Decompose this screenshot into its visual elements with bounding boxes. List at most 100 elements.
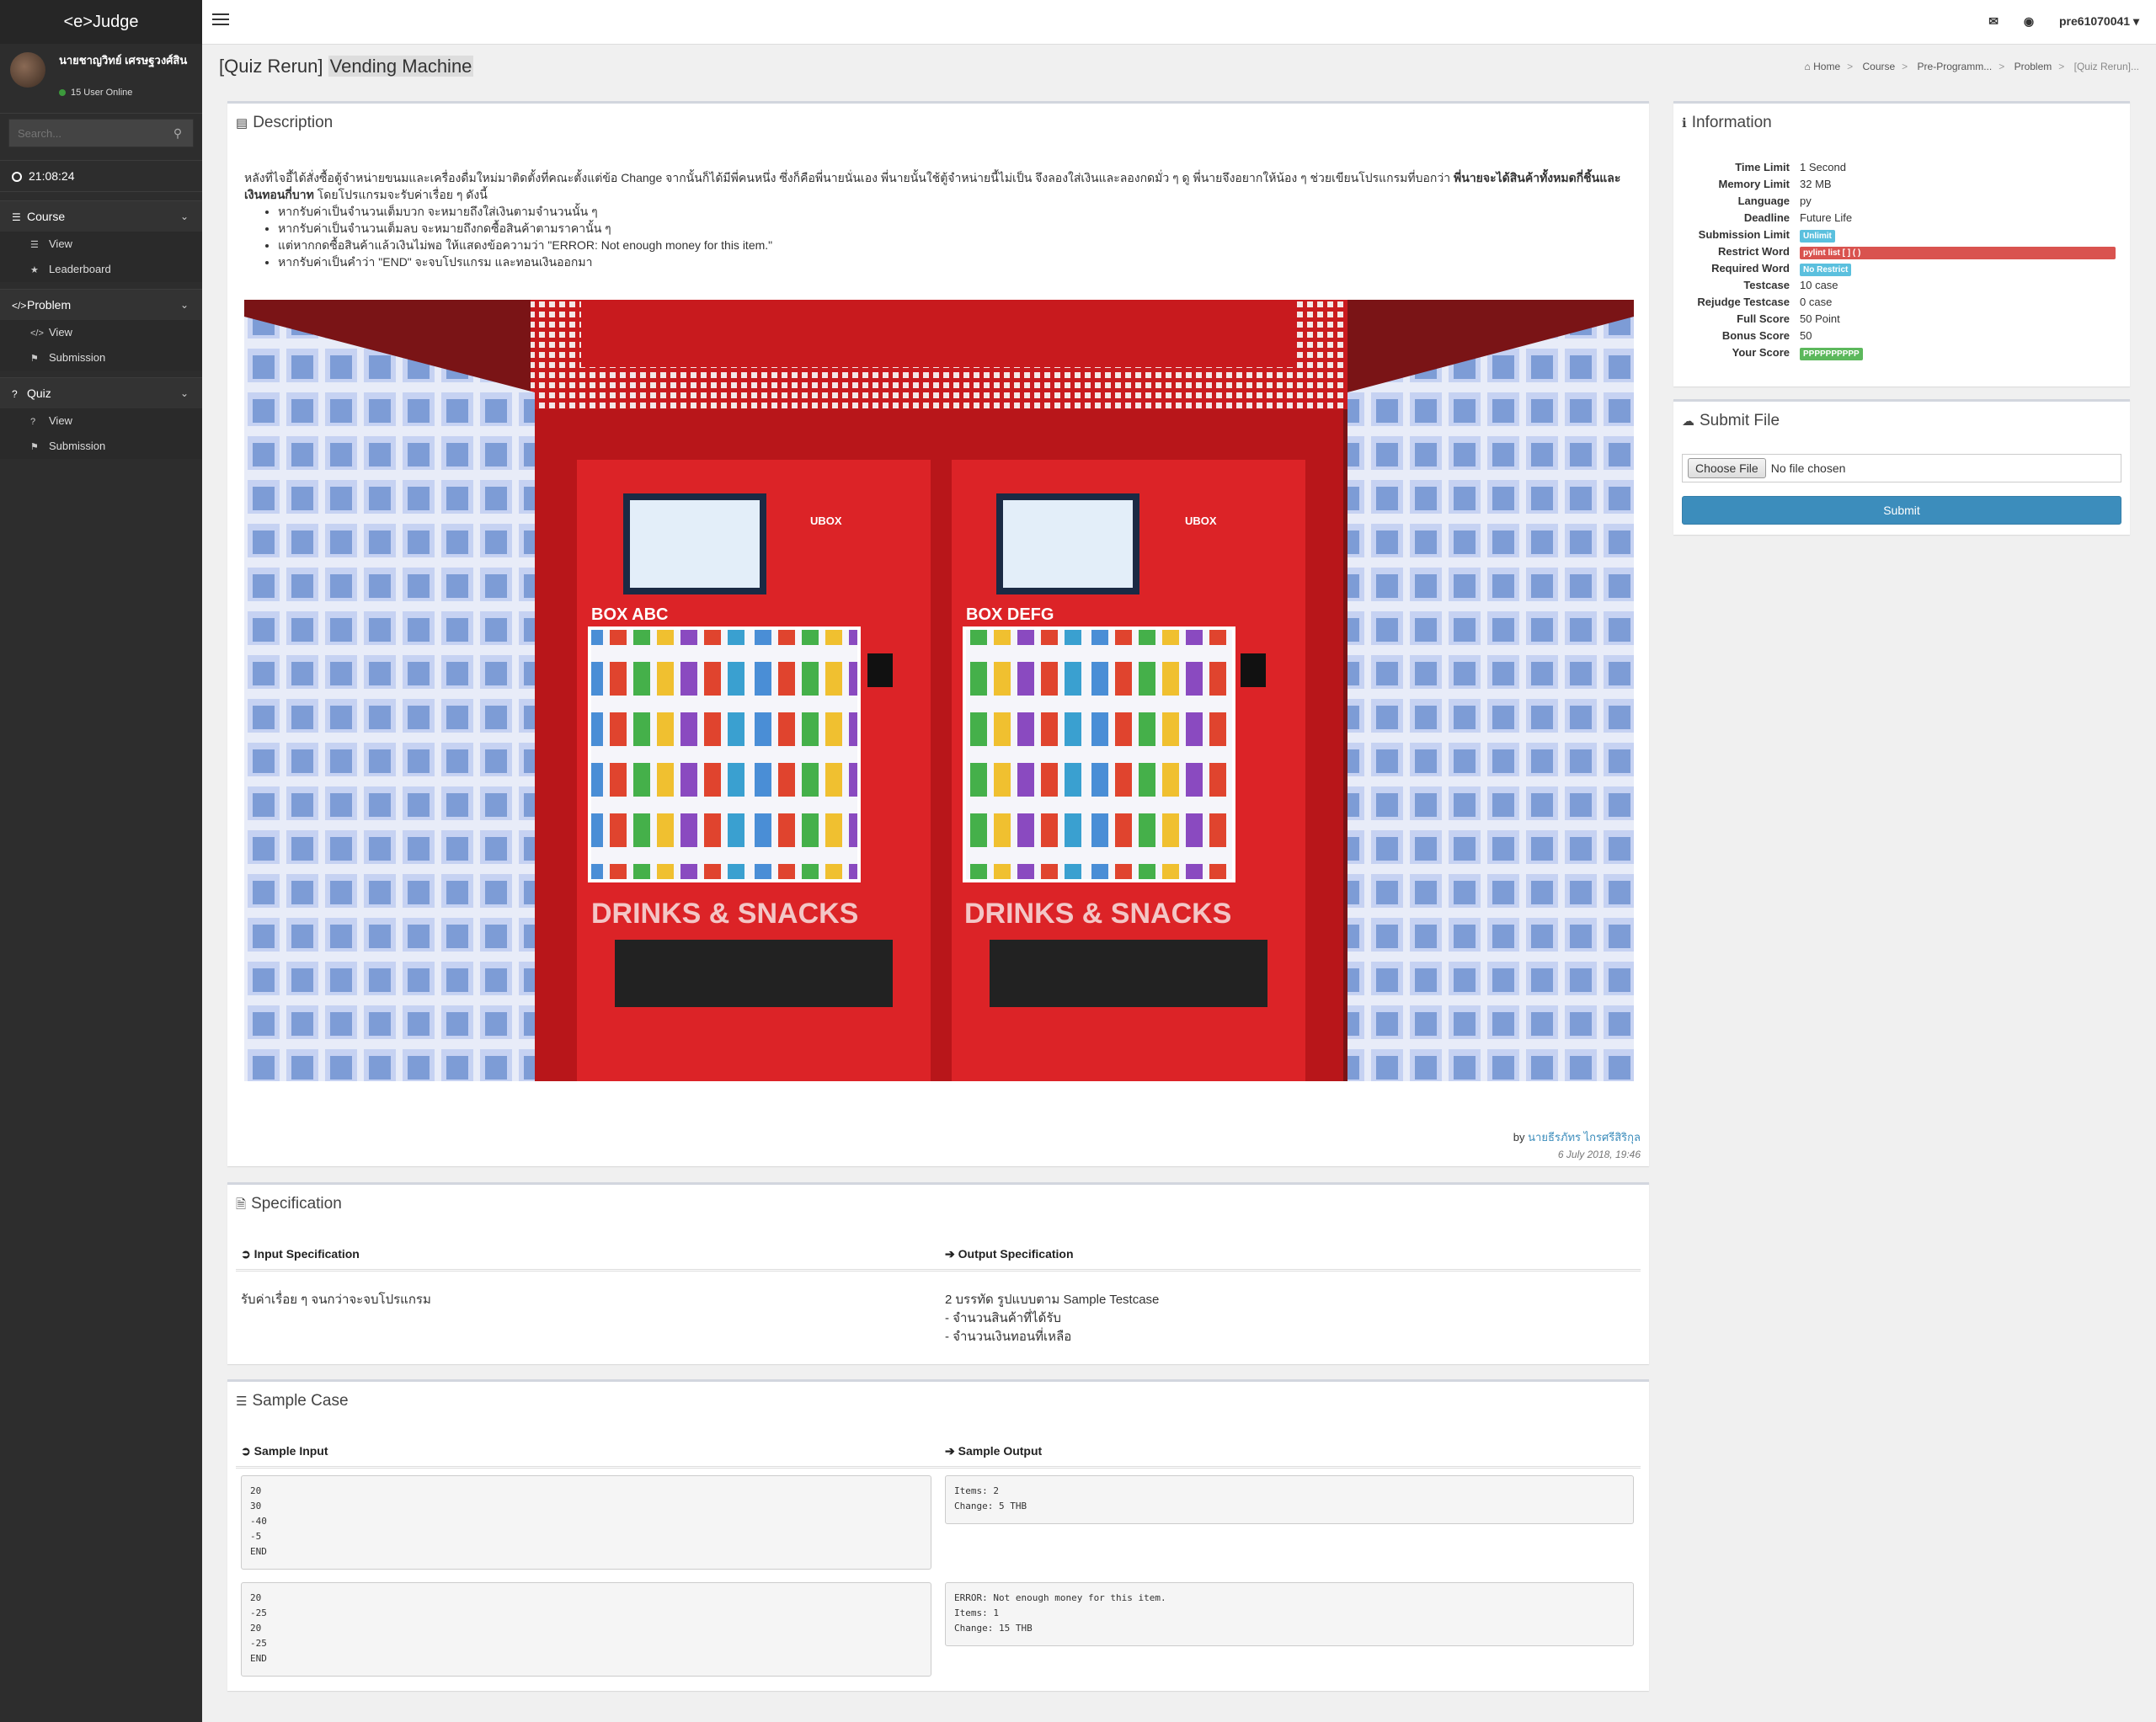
description-text: หลังที่ไจอี้ได้สั่งซื้อตู้จำหน่ายขนมและเ… [244,169,1625,270]
list-alt-icon: ▤ [236,116,248,131]
user-menu[interactable]: pre61070041 ▾ [2059,14,2139,28]
description-title: ▤ Description [227,104,1649,142]
breadcrumb-home[interactable]: Home [1813,61,1840,72]
ubox-logo-right: UBOX [1185,514,1217,527]
online-status: 15 User Online [59,88,132,98]
online-count: 15 User Online [71,88,133,98]
sample-case-box: ☰ Sample Case ➲ Sample Input ➔ Sample Out… [227,1379,1649,1691]
info-value: 1 Second [1800,161,1846,173]
info-label: Testcase [1743,279,1790,291]
brand-logo[interactable]: <e>Judge [0,0,202,44]
author-link[interactable]: นายธีรภัทร ไกรศรีสิริกุล [1528,1131,1641,1144]
sidebar-item-problem-view[interactable]: </> View [0,320,202,345]
hamburger-menu-icon[interactable] [212,13,229,27]
info-label: Full Score [1737,312,1790,325]
menu-quiz-header[interactable]: ? Quiz ⌄ [0,377,202,408]
globe-icon[interactable]: ◉ [2024,14,2034,28]
sidebar-item-label: View [49,326,72,339]
info-label: Your Score [1732,346,1790,359]
info-value-text: 10 case [1800,279,1838,291]
description-intro: หลังที่ไจอี้ได้สั่งซื้อตู้จำหน่ายขนมและเ… [244,169,1625,203]
status-badge: No Restrict [1800,264,1852,276]
submit-file-box: ☁ Submit File Choose File No file chosen S… [1673,399,2130,535]
information-box: ℹ Information Time Limit 1 Second Memory Li… [1673,101,2130,387]
sidebar-item-course-view[interactable]: ☰ View [0,232,202,257]
home-icon: ⌂ [1804,61,1811,72]
choose-file-button[interactable]: Choose File [1688,458,1766,478]
info-row: Time Limit 1 Second [1673,161,2120,178]
breadcrumb-problem[interactable]: Problem [2015,61,2052,72]
menu-quiz: ? Quiz ⌄ ? View ⚑ Submission [0,377,202,459]
breadcrumb-pre-programming[interactable]: Pre-Programm... [1918,61,1993,72]
submit-button[interactable]: Submit [1682,496,2121,525]
information-title: ℹ Information [1673,104,2130,142]
sample-input-label: ➲ Sample Input [241,1444,328,1458]
info-label: Time Limit [1735,161,1790,173]
slogan-left: DRINKS & SNACKS [591,898,858,930]
box-label-left: BOX ABC [591,605,668,624]
info-value: Unlimit [1800,228,1835,243]
trophy-icon: ★ [30,265,39,275]
sidebar-item-problem-submission[interactable]: ⚑ Submission [0,345,202,371]
sidebar-item-label: Leaderboard [49,263,111,275]
sidebar-item-label: Submission [49,440,106,452]
menu-course-header[interactable]: ☰ Course ⌄ [0,200,202,232]
sample-output-label: ➔ Sample Output [945,1444,1043,1458]
menu-problem: </>Problem ⌄ </> View ⚑ Submission [0,289,202,371]
account-name: pre61070041 [2059,14,2131,28]
info-row: Bonus Score 50 [1673,329,2120,346]
info-value: Future Life [1800,211,1852,224]
cloud-upload-icon: ☁ [1682,414,1694,429]
file-icon: 🗎 [236,1197,247,1212]
author-byline: by นายธีรภัทร ไกรศรีสิริกุล 6 July 2018,… [1513,1129,1641,1163]
list-item: แต่หากกดซื้อสินค้าแล้วเงินไม่พอ ให้แสดงข… [278,237,1625,253]
description-box: ▤ Description หลังที่ไจอี้ได้สั่งซื้อตู้จ… [227,101,1649,1166]
info-value: PPPPPPPPPP [1800,346,1863,360]
sidebar-item-quiz-view[interactable]: ? View [0,408,202,434]
sidebar-item-quiz-submission[interactable]: ⚑ Submission [0,434,202,459]
specification-box: 🗎 Specification ➲ Input Specification ➔ O… [227,1182,1649,1364]
info-row: Submission Limit Unlimit [1673,228,2120,245]
output-spec-content: 2 บรรทัด รูปแบบตาม Sample Testcase - จำน… [945,1293,1160,1344]
sample-output-text: Sample Output [958,1444,1043,1458]
info-value-text: 50 [1800,329,1812,342]
avatar [10,52,45,88]
info-row: Full Score 50 Point [1673,312,2120,329]
breadcrumb-separator: > [1902,61,1908,72]
clock: 21:08:24 [0,160,202,192]
status-badge: pylint list [ ] ( ) [1800,247,2116,259]
info-label: Rejudge Testcase [1697,296,1790,308]
sidebar: <e>Judge นายชาญวิทย์ เศรษฐวงศ์สิน 15 Use… [0,0,202,1722]
author-prefix: by [1513,1131,1525,1144]
output-spec-label: ➔ Output Specification [945,1247,1074,1261]
mail-icon[interactable]: ✉ [1988,14,1999,28]
list-item: หากรับค่าเป็นจำนวนเต็มลบ จะหมายถึงกดซื้อ… [278,220,1625,237]
output-spec-text: Output Specification [958,1247,1074,1261]
info-label: Memory Limit [1718,178,1790,190]
specification-heading: Specification [251,1195,342,1213]
info-row: Your Score PPPPPPPPPP [1673,346,2120,363]
top-navbar: ✉ ◉ pre61070041 ▾ [202,0,2156,45]
title-name: Vending Machine [328,56,474,77]
info-value-text: Future Life [1800,211,1853,224]
info-row: Language py [1673,195,2120,211]
info-label: Restrict Word [1718,245,1790,258]
input-spec-content: รับค่าเรื่อย ๆ จนกว่าจะจบโปรแกรม [241,1293,431,1307]
search-icon[interactable]: ⚲ [163,120,193,147]
question-icon: ? [30,417,36,427]
specification-title: 🗎 Specification [227,1185,1649,1227]
code-icon: </> [30,328,44,339]
file-input[interactable]: Choose File No file chosen [1682,454,2121,482]
chevron-down-icon: ⌄ [179,211,189,222]
divider [236,1269,1641,1270]
divider [236,1271,1641,1272]
info-row: Restrict Word pylint list [ ] ( ) [1673,245,2120,262]
sidebar-item-leaderboard[interactable]: ★ Leaderboard [0,257,202,282]
list-icon: ☰ [30,240,39,250]
search-input[interactable] [9,120,169,147]
breadcrumb-course[interactable]: Course [1862,61,1895,72]
info-value: 10 case [1800,279,1838,291]
menu-problem-header[interactable]: </>Problem ⌄ [0,289,202,320]
menu-problem-label: Problem [27,298,72,312]
divider [236,1468,1641,1469]
